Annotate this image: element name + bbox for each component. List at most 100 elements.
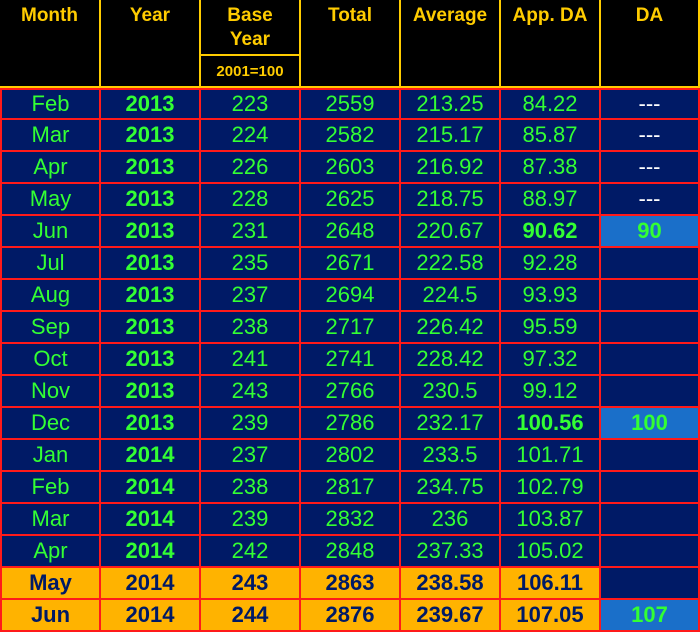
- base-cell: 241: [201, 344, 301, 376]
- average-cell: 232.17: [401, 408, 501, 440]
- app-da-cell: 87.38: [501, 152, 601, 184]
- da-cell: ---: [601, 152, 700, 184]
- base-cell: 226: [201, 152, 301, 184]
- year-cell: 2014: [101, 536, 201, 568]
- app-da-cell: 90.62: [501, 216, 601, 248]
- base-cell: 243: [201, 376, 301, 408]
- total-cell: 2625: [301, 184, 401, 216]
- month-cell: Mar: [0, 504, 101, 536]
- total-cell: 2648: [301, 216, 401, 248]
- da-cell: [601, 536, 700, 568]
- month-cell: Apr: [0, 536, 101, 568]
- year-cell: 2013: [101, 184, 201, 216]
- app-da-cell: 93.93: [501, 280, 601, 312]
- total-cell: 2766: [301, 376, 401, 408]
- app-da-cell: 103.87: [501, 504, 601, 536]
- header-base-year-label: Base Year: [227, 5, 273, 50]
- month-cell: Oct: [0, 344, 101, 376]
- total-cell: 2717: [301, 312, 401, 344]
- da-cell: [601, 568, 700, 600]
- base-cell: 238: [201, 472, 301, 504]
- header-average: Average: [401, 0, 501, 88]
- base-cell: 242: [201, 536, 301, 568]
- header-base-year: Base Year: [201, 0, 301, 56]
- average-cell: 226.42: [401, 312, 501, 344]
- year-cell: 2014: [101, 472, 201, 504]
- average-cell: 237.33: [401, 536, 501, 568]
- month-cell: Feb: [0, 472, 101, 504]
- average-cell: 239.67: [401, 600, 501, 632]
- total-cell: 2741: [301, 344, 401, 376]
- base-cell: 223: [201, 88, 301, 120]
- da-table: Month Year Base Year 2001=100 Total Aver…: [0, 0, 700, 632]
- header-month: Month: [0, 0, 101, 88]
- year-cell: 2014: [101, 568, 201, 600]
- da-cell: [601, 376, 700, 408]
- app-da-cell: 95.59: [501, 312, 601, 344]
- da-cell: ---: [601, 88, 700, 120]
- da-cell: 90: [601, 216, 700, 248]
- app-da-cell: 107.05: [501, 600, 601, 632]
- base-cell: 239: [201, 504, 301, 536]
- total-cell: 2863: [301, 568, 401, 600]
- year-cell: 2013: [101, 312, 201, 344]
- year-cell: 2013: [101, 88, 201, 120]
- total-cell: 2559: [301, 88, 401, 120]
- app-da-cell: 97.32: [501, 344, 601, 376]
- total-cell: 2694: [301, 280, 401, 312]
- app-da-cell: 92.28: [501, 248, 601, 280]
- header-year: Year: [101, 0, 201, 88]
- year-cell: 2013: [101, 376, 201, 408]
- average-cell: 218.75: [401, 184, 501, 216]
- app-da-cell: 101.71: [501, 440, 601, 472]
- base-cell: 239: [201, 408, 301, 440]
- da-cell: [601, 248, 700, 280]
- total-cell: 2786: [301, 408, 401, 440]
- total-cell: 2582: [301, 120, 401, 152]
- month-cell: Jan: [0, 440, 101, 472]
- year-cell: 2013: [101, 280, 201, 312]
- base-cell: 237: [201, 280, 301, 312]
- app-da-cell: 102.79: [501, 472, 601, 504]
- month-cell: Jul: [0, 248, 101, 280]
- month-cell: May: [0, 184, 101, 216]
- da-cell: 100: [601, 408, 700, 440]
- base-cell: 231: [201, 216, 301, 248]
- app-da-cell: 99.12: [501, 376, 601, 408]
- average-cell: 222.58: [401, 248, 501, 280]
- header-total: Total: [301, 0, 401, 88]
- header-app-da: App. DA: [501, 0, 601, 88]
- total-cell: 2832: [301, 504, 401, 536]
- base-cell: 243: [201, 568, 301, 600]
- year-cell: 2013: [101, 248, 201, 280]
- month-cell: Nov: [0, 376, 101, 408]
- total-cell: 2817: [301, 472, 401, 504]
- average-cell: 216.92: [401, 152, 501, 184]
- da-cell: ---: [601, 184, 700, 216]
- month-cell: Jun: [0, 600, 101, 632]
- year-cell: 2013: [101, 152, 201, 184]
- year-cell: 2013: [101, 120, 201, 152]
- total-cell: 2848: [301, 536, 401, 568]
- app-da-cell: 105.02: [501, 536, 601, 568]
- average-cell: 230.5: [401, 376, 501, 408]
- year-cell: 2013: [101, 216, 201, 248]
- da-cell: [601, 344, 700, 376]
- app-da-cell: 85.87: [501, 120, 601, 152]
- da-cell: [601, 312, 700, 344]
- month-cell: Sep: [0, 312, 101, 344]
- average-cell: 228.42: [401, 344, 501, 376]
- total-cell: 2671: [301, 248, 401, 280]
- base-cell: 228: [201, 184, 301, 216]
- da-cell: [601, 280, 700, 312]
- month-cell: Jun: [0, 216, 101, 248]
- total-cell: 2802: [301, 440, 401, 472]
- year-cell: 2014: [101, 440, 201, 472]
- base-cell: 224: [201, 120, 301, 152]
- month-cell: Mar: [0, 120, 101, 152]
- da-cell: 107: [601, 600, 700, 632]
- header-da: DA: [601, 0, 700, 88]
- average-cell: 220.67: [401, 216, 501, 248]
- average-cell: 233.5: [401, 440, 501, 472]
- year-cell: 2013: [101, 408, 201, 440]
